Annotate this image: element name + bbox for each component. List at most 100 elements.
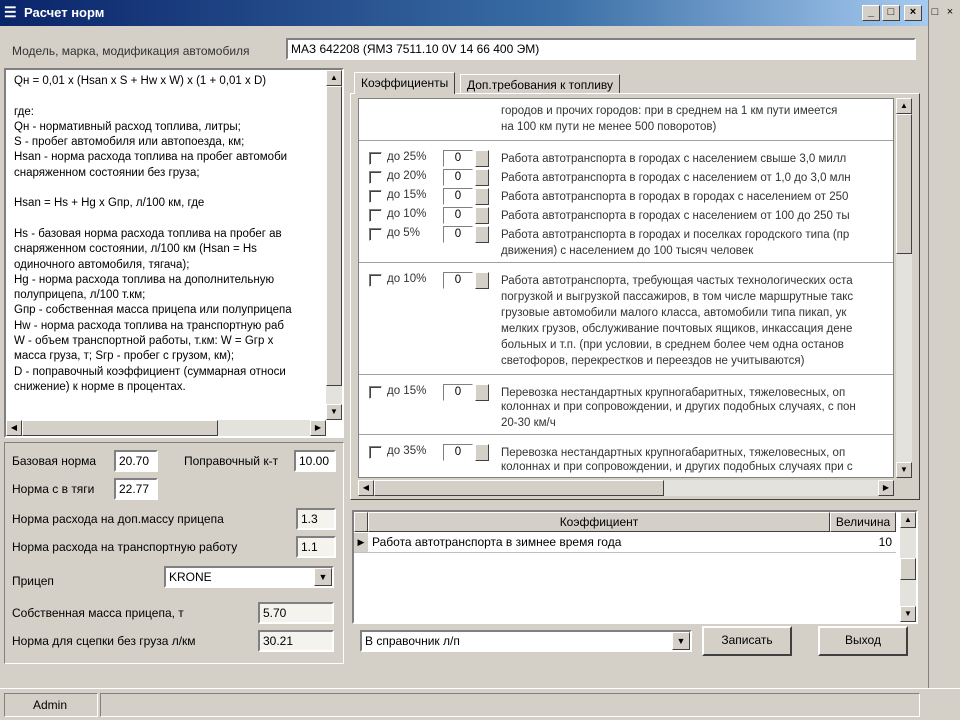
norm-without-cargo-field[interactable]: 30.21 xyxy=(258,630,334,652)
formula-line: масса груза, т; Sгр - пробег с грузом, к… xyxy=(14,350,235,363)
scroll-thumb[interactable] xyxy=(896,114,912,254)
coef-checkbox[interactable] xyxy=(369,274,382,287)
scroll-left-icon[interactable]: ◀ xyxy=(6,420,22,436)
coef-row[interactable]: до 20% 0 Работа автотранспорта в городах… xyxy=(359,168,893,187)
spin-button[interactable] xyxy=(475,226,489,243)
row-indicator-header xyxy=(354,512,368,532)
trailer-own-mass-field[interactable]: 5.70 xyxy=(258,602,334,624)
coef-desc-line: городов и прочих городов: при в среднем … xyxy=(501,105,838,117)
spin-button[interactable] xyxy=(475,207,489,224)
base-norm-label: Базовая норма xyxy=(12,454,97,468)
outer-maximize-button[interactable]: □ xyxy=(928,5,942,19)
vehicle-field[interactable]: МАЗ 642208 (ЯМЗ 7511.10 0V 14 66 400 ЭМ) xyxy=(286,38,916,60)
tab-coefficients[interactable]: Коэффициенты xyxy=(354,72,456,94)
formula-line: где: xyxy=(14,105,34,118)
save-button[interactable]: Записать xyxy=(702,626,792,656)
formula-panel[interactable]: Qн = 0,01 x (Hsan x S + Hw x W) x (1 + 0… xyxy=(4,68,344,438)
trailer-own-mass-label: Собственная масса прицепа, т xyxy=(12,606,184,620)
scroll-right-icon[interactable]: ▶ xyxy=(310,420,326,436)
transport-work-norm-field[interactable]: 1.1 xyxy=(296,536,336,558)
formula-line: снижение) к норме в процентах. xyxy=(14,380,186,393)
maximize-button[interactable]: □ xyxy=(882,5,900,21)
minimize-button[interactable]: _ xyxy=(862,5,880,21)
spin-button[interactable] xyxy=(475,169,489,186)
coef-checkbox[interactable] xyxy=(369,171,382,184)
current-row-icon: ▶ xyxy=(354,533,368,552)
coef-vscroll[interactable]: ▲ ▼ xyxy=(896,98,912,478)
coef-checkbox[interactable] xyxy=(369,190,382,203)
coef-pct: до 25% xyxy=(387,151,427,163)
coef-list[interactable]: городов и прочих городов: при в среднем … xyxy=(358,98,894,478)
formula-line: полуприцепа, л/100 т.км; xyxy=(14,289,146,302)
coef-value[interactable]: 0 xyxy=(443,444,473,461)
coef-checkbox[interactable] xyxy=(369,209,382,222)
coef-value[interactable]: 0 xyxy=(443,150,473,167)
coef-value[interactable]: 0 xyxy=(443,188,473,205)
selected-coef-table[interactable]: Коэффициент Величина ▶ Работа автотрансп… xyxy=(352,510,918,624)
coef-row[interactable]: до 15% 0 Работа автотранспорта в городах… xyxy=(359,187,893,206)
exit-button[interactable]: Выход xyxy=(818,626,908,656)
directory-select-value: В справочник л/п xyxy=(365,634,460,648)
coef-checkbox[interactable] xyxy=(369,228,382,241)
scroll-right-icon[interactable]: ▶ xyxy=(878,480,894,496)
coef-row[interactable]: до 5% 0 Работа автотранспорта в городах … xyxy=(359,225,893,244)
scroll-up-icon[interactable]: ▲ xyxy=(896,98,912,114)
correction-field[interactable]: 10.00 xyxy=(294,450,336,472)
formula-line: D - поправочный коэффициент (суммарная о… xyxy=(14,365,286,378)
coef-value[interactable]: 0 xyxy=(443,207,473,224)
base-norm-field[interactable]: 20.70 xyxy=(114,450,158,472)
coef-row[interactable]: до 10% 0 Работа автотранспорта, требующа… xyxy=(359,271,893,290)
trailer-mass-norm-field[interactable]: 1.3 xyxy=(296,508,336,530)
tab-fuel-requirements[interactable]: Доп.требования к топливу xyxy=(460,74,621,94)
scroll-thumb[interactable] xyxy=(900,558,916,580)
scroll-down-icon[interactable]: ▼ xyxy=(900,606,916,622)
table-vscroll[interactable]: ▲ ▼ xyxy=(900,512,916,622)
spin-button[interactable] xyxy=(475,150,489,167)
scroll-up-icon[interactable]: ▲ xyxy=(326,70,342,86)
status-message xyxy=(100,693,920,717)
formula-line: Hg - норма расхода топлива на дополнител… xyxy=(14,273,275,286)
directory-select[interactable]: В справочник л/п xyxy=(360,630,692,652)
spin-button[interactable] xyxy=(475,444,489,461)
coef-value[interactable]: 0 xyxy=(443,384,473,401)
trailer-select[interactable]: KRONE xyxy=(164,566,334,588)
formula-text: Qн = 0,01 x (Hsan x S + Hw x W) x (1 + 0… xyxy=(14,74,332,395)
chevron-down-icon[interactable]: ▼ xyxy=(314,568,332,586)
coef-hscroll[interactable]: ◀ ▶ xyxy=(358,480,894,496)
coef-checkbox[interactable] xyxy=(369,446,382,459)
coef-checkbox[interactable] xyxy=(369,386,382,399)
scroll-thumb[interactable] xyxy=(22,420,218,436)
table-header-coefficient[interactable]: Коэффициент xyxy=(368,512,830,532)
coef-pct: до 10% xyxy=(387,273,427,285)
norm-tyagi-field[interactable]: 22.77 xyxy=(114,478,158,500)
scroll-thumb[interactable] xyxy=(374,480,664,496)
coef-value[interactable]: 0 xyxy=(443,169,473,186)
coef-checkbox[interactable] xyxy=(369,152,382,165)
coef-group: до 35% 0 Перевозка нестандартных крупног… xyxy=(359,437,893,477)
scroll-up-icon[interactable]: ▲ xyxy=(900,512,916,528)
correction-label: Поправочный к-т xyxy=(184,454,279,468)
spin-button[interactable] xyxy=(475,188,489,205)
table-header-value[interactable]: Величина xyxy=(830,512,896,532)
table-row[interactable]: ▶ Работа автотранспорта в зимнее время г… xyxy=(354,533,896,553)
formula-line: Hsan - норма расхода топлива на пробег а… xyxy=(14,151,288,164)
coef-row[interactable]: до 10% 0 Работа автотранспорта в городах… xyxy=(359,206,893,225)
spin-button[interactable] xyxy=(475,384,489,401)
formula-line: Hw - норма расхода топлива на транспортн… xyxy=(14,319,284,332)
chevron-down-icon[interactable]: ▼ xyxy=(672,632,690,650)
coef-row[interactable]: до 25% 0 Работа автотранспорта в городах… xyxy=(359,149,893,168)
scroll-down-icon[interactable]: ▼ xyxy=(896,462,912,478)
coef-pct: до 15% xyxy=(387,189,427,201)
formula-hscroll[interactable]: ◀ ▶ xyxy=(6,420,326,436)
coef-value[interactable]: 0 xyxy=(443,272,473,289)
scroll-left-icon[interactable]: ◀ xyxy=(358,480,374,496)
close-button[interactable]: × xyxy=(904,5,922,21)
title-bar[interactable]: ☰ Расчет норм _ □ × xyxy=(0,0,928,26)
outer-close-button[interactable]: × xyxy=(943,5,957,19)
coef-value[interactable]: 0 xyxy=(443,226,473,243)
scroll-thumb[interactable] xyxy=(326,86,342,386)
formula-vscroll[interactable]: ▲ ▼ xyxy=(326,70,342,420)
scroll-down-icon[interactable]: ▼ xyxy=(326,404,342,420)
spin-button[interactable] xyxy=(475,272,489,289)
coef-pct: до 10% xyxy=(387,208,427,220)
